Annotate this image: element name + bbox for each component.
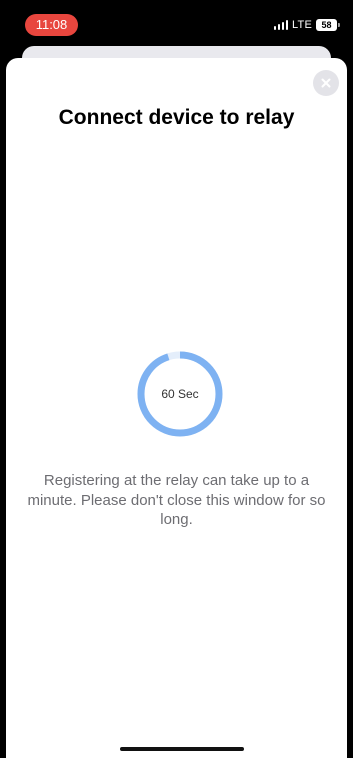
- countdown-timer: 60 Sec: [136, 350, 224, 438]
- info-text: Registering at the relay can take up to …: [27, 472, 326, 528]
- home-indicator[interactable]: [120, 747, 244, 751]
- signal-icon: [273, 20, 289, 30]
- close-icon: [321, 78, 331, 88]
- page-title: Connect device to relay: [58, 106, 295, 129]
- status-bar: 11:08 LTE 58: [0, 0, 353, 44]
- status-indicators: LTE 58: [273, 17, 340, 33]
- modal-sheet: Connect device to relay 60 Sec Registeri…: [6, 58, 347, 758]
- network-label: LTE: [292, 19, 312, 31]
- timer-label: 60 Sec: [161, 387, 199, 401]
- battery-icon: 58: [316, 19, 340, 31]
- status-time: 11:08: [25, 14, 78, 36]
- phone-screen: 11:08 LTE 58 Connect device to relay 60 …: [0, 0, 353, 758]
- close-button[interactable]: [313, 70, 339, 96]
